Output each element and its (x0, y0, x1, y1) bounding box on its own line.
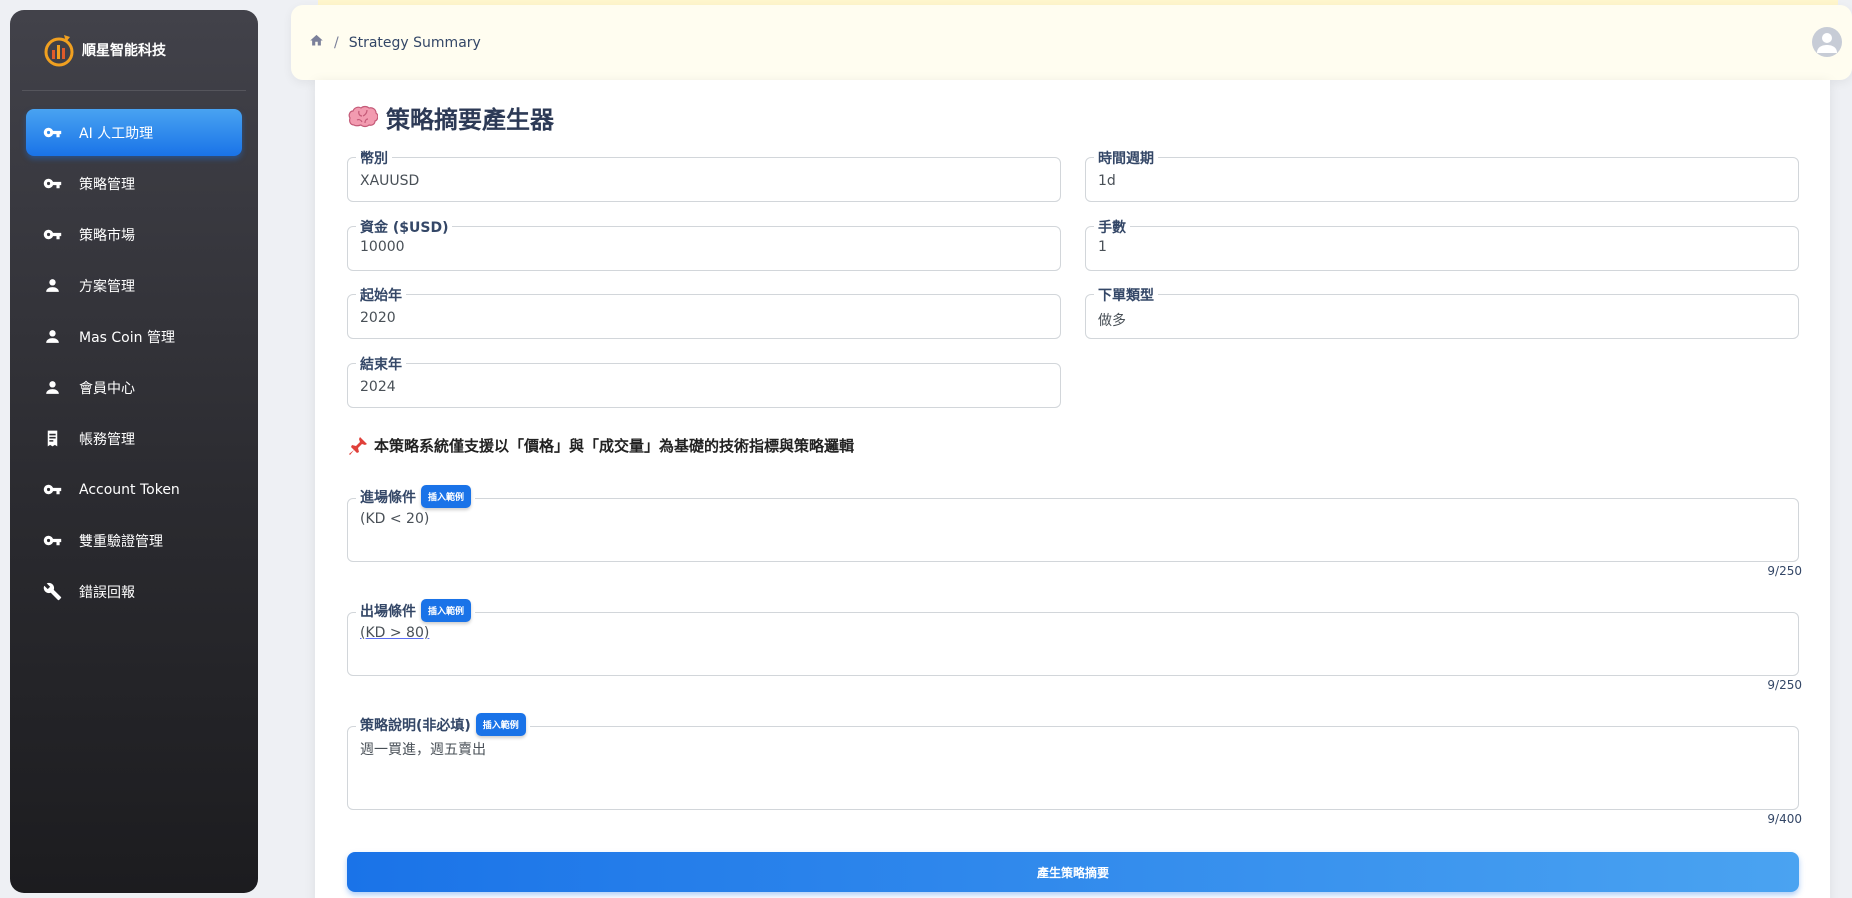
end-year-label: 結束年 (356, 354, 406, 374)
sidebar-item-strategy-market[interactable]: 策略市場 (26, 211, 242, 258)
sidebar-item-label: AI 人工助理 (79, 125, 154, 142)
exit-insert-example-button[interactable]: 插入範例 (421, 599, 472, 622)
capital-value: 10000 (360, 239, 405, 255)
top-navbar: / Strategy Summary (291, 5, 1852, 80)
start-year-label: 起始年 (356, 285, 406, 305)
sidebar-item-label: 方案管理 (79, 278, 135, 295)
entry-conditions-value: (KD < 20) (360, 511, 430, 527)
lots-label: 手數 (1094, 217, 1130, 237)
start-year-value: 2020 (360, 310, 396, 326)
order-type-value: 做多 (1098, 313, 1126, 329)
sidebar-item-label: 帳務管理 (79, 431, 135, 448)
brand-name: 順星智能科技 (82, 43, 166, 59)
timeframe-label: 時間週期 (1094, 148, 1158, 168)
sidebar-item-member-center[interactable]: 會員中心 (26, 364, 242, 411)
key-icon (42, 480, 62, 500)
sidebar-item-label: 會員中心 (79, 380, 135, 397)
timeframe-value: 1d (1098, 173, 1116, 189)
currency-value: XAUUSD (360, 173, 420, 189)
sidebar-item-label: 策略管理 (79, 176, 135, 193)
strategy-summary-card: 策略摘要產生器 幣別 XAUUSD 時間週期 1d 資金 ($USD) 1000… (315, 80, 1830, 898)
person-icon (42, 276, 62, 296)
entry-insert-example-button[interactable]: 插入範例 (421, 485, 472, 508)
sidebar-nav: AI 人工助理 策略管理 策略市場 方案管理 Mas Coin 管理 會員中心 … (26, 109, 242, 615)
avatar[interactable] (1812, 27, 1842, 57)
key-icon (42, 225, 62, 245)
sidebar-item-label: 雙重驗證管理 (79, 533, 163, 550)
breadcrumb-separator: / (334, 34, 339, 51)
page-title-text: 策略摘要產生器 (386, 106, 554, 134)
sidebar: 順星智能科技 AI 人工助理 策略管理 策略市場 方案管理 Mas Coin 管… (10, 10, 258, 893)
page-title: 策略摘要產生器 (348, 100, 554, 135)
exit-conditions-label: 出場條件 (360, 603, 416, 620)
key-icon (42, 123, 62, 143)
key-icon (42, 174, 62, 194)
sidebar-item-2fa[interactable]: 雙重驗證管理 (26, 517, 242, 564)
capital-field[interactable]: 資金 ($USD) 10000 (347, 217, 1061, 271)
currency-field[interactable]: 幣別 XAUUSD (347, 148, 1061, 202)
key-icon (42, 531, 62, 551)
exit-conditions-textarea[interactable]: 出場條件 插入範例 (KD > 80) (347, 599, 1799, 676)
end-year-value: 2024 (360, 379, 396, 395)
entry-conditions-textarea[interactable]: 進場條件 插入範例 (KD < 20) (347, 485, 1799, 562)
exit-char-counter: 9/250 (1767, 678, 1802, 692)
breadcrumb-current: Strategy Summary (348, 34, 481, 51)
wrench-icon (42, 582, 62, 602)
sidebar-item-label: Account Token (79, 481, 180, 498)
order-type-label: 下單類型 (1094, 285, 1158, 305)
sidebar-item-error-report[interactable]: 錯誤回報 (26, 568, 242, 615)
lots-field[interactable]: 手數 1 (1085, 217, 1799, 271)
brain-icon (348, 105, 378, 127)
person-icon (42, 378, 62, 398)
support-notice-text: 本策略系統僅支援以「價格」與「成交量」為基礎的技術指標與策略邏輯 (374, 437, 855, 455)
timeframe-select[interactable]: 時間週期 1d (1085, 148, 1799, 202)
sidebar-item-account-token[interactable]: Account Token (26, 466, 242, 513)
strategy-description-value: 週一買進，週五賣出 (360, 742, 486, 758)
strategy-description-legend: 策略說明(非必填) 插入範例 (356, 713, 530, 736)
support-notice: 本策略系統僅支援以「價格」與「成交量」為基礎的技術指標與策略邏輯 (348, 435, 854, 456)
description-char-counter: 9/400 (1767, 812, 1802, 826)
strategy-description-label: 策略說明(非必填) (360, 717, 471, 734)
person-icon (42, 327, 62, 347)
logo-icon (44, 35, 74, 67)
entry-char-counter: 9/250 (1767, 564, 1802, 578)
sidebar-item-label: Mas Coin 管理 (79, 329, 175, 346)
start-year-field[interactable]: 起始年 2020 (347, 285, 1061, 339)
receipt-icon (42, 429, 62, 449)
sidebar-item-ai-assistant[interactable]: AI 人工助理 (26, 109, 242, 156)
sidebar-item-mas-coin[interactable]: Mas Coin 管理 (26, 313, 242, 360)
currency-label: 幣別 (356, 148, 392, 168)
exit-conditions-value: (KD > 80) (360, 625, 430, 641)
sidebar-item-plan-management[interactable]: 方案管理 (26, 262, 242, 309)
generate-summary-button[interactable]: 產生策略摘要 (347, 852, 1799, 892)
lots-value: 1 (1098, 239, 1107, 255)
strategy-description-textarea[interactable]: 策略說明(非必填) 插入範例 週一買進，週五賣出 (347, 713, 1799, 810)
entry-conditions-legend: 進場條件 插入範例 (356, 485, 476, 508)
description-insert-example-button[interactable]: 插入範例 (475, 713, 526, 736)
sidebar-item-strategy-management[interactable]: 策略管理 (26, 160, 242, 207)
capital-label: 資金 ($USD) (356, 217, 453, 237)
exit-conditions-legend: 出場條件 插入範例 (356, 599, 476, 622)
entry-conditions-label: 進場條件 (360, 489, 416, 506)
pushpin-icon (349, 436, 367, 455)
sidebar-item-billing[interactable]: 帳務管理 (26, 415, 242, 462)
sidebar-item-label: 策略市場 (79, 227, 135, 244)
home-icon[interactable] (309, 33, 324, 52)
end-year-field[interactable]: 結束年 2024 (347, 354, 1061, 408)
brand[interactable]: 順星智能科技 (22, 10, 246, 91)
order-type-select[interactable]: 下單類型 做多 (1085, 285, 1799, 339)
sidebar-item-label: 錯誤回報 (79, 584, 135, 601)
